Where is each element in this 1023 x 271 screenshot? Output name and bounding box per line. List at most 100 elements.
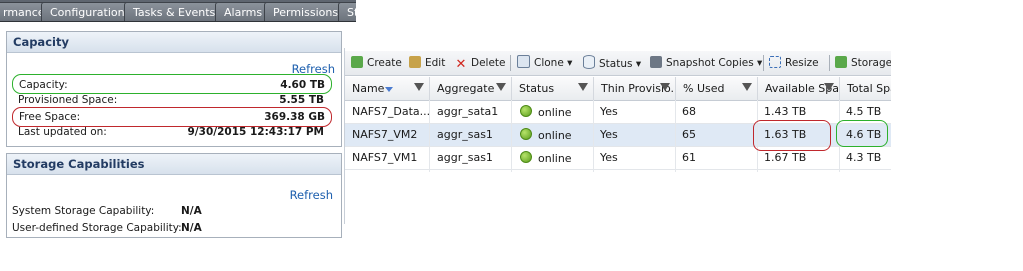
database-icon [583,55,595,69]
column-header-thin-provisioned[interactable]: Thin Provisio... [594,77,676,101]
provisioned-space-label: Provisioned Space: [18,94,118,106]
filter-icon[interactable] [496,83,506,91]
provisioned-space-value: 5.55 TB [279,94,324,106]
cell-available: 1.43 TB [764,105,807,118]
sort-descending-icon [385,87,393,92]
storage-capabilities-title: Storage Capabilities [7,154,341,175]
column-header-name[interactable]: Name [345,77,430,101]
cell-used: 68 [682,105,696,118]
online-status-icon [520,128,532,140]
camera-icon [650,56,662,68]
capacity-label: Capacity: [19,79,68,91]
column-header-used-label: % Used [683,82,725,95]
cell-status-label: online [538,129,572,142]
column-header-status[interactable]: Status [512,77,594,101]
tab-storage-views[interactable]: St [338,2,356,21]
column-header-status-label: Status [519,82,555,95]
filter-icon[interactable] [742,83,752,91]
capacity-row: Capacity: 4.60 TB [12,74,332,94]
tab-permissions[interactable]: Permissions [264,2,348,21]
cell-aggregate: aggr_sas1 [437,128,493,141]
cell-status-label: online [538,152,572,165]
volumes-grid-panel: Create Edit ✕ Delete Clone ▾ Status ▾ Sna… [344,48,891,224]
edit-button[interactable]: Edit [409,55,445,71]
clone-icon [517,55,530,68]
resize-label: Resize [785,57,819,69]
cell-thin: Yes [600,151,618,164]
column-header-available-space[interactable]: Available Spa... [758,77,840,101]
filter-icon[interactable] [824,83,834,91]
toolbar-separator [510,55,511,71]
delete-icon: ✕ [455,57,467,72]
clone-dropdown-icon: ▾ [567,57,573,69]
online-status-icon [520,151,532,163]
column-divider [675,100,676,172]
resize-button[interactable]: Resize [769,55,819,71]
cell-status: online [520,128,572,142]
filter-icon[interactable] [660,83,670,91]
storage-button[interactable]: Storage [835,55,891,71]
snapshot-dropdown-icon: ▾ [757,57,763,69]
available-space-highlight [753,120,831,151]
cell-name: NAFS7_VM2 [352,128,418,141]
system-storage-capability-value: N/A [181,205,202,217]
filter-icon[interactable] [414,83,424,91]
cell-status-label: online [538,106,572,119]
last-updated-value: 9/30/2015 12:43:17 PM [187,126,325,138]
grid-toolbar: Create Edit ✕ Delete Clone ▾ Status ▾ Sna… [345,51,891,76]
toolbar-separator [763,55,764,71]
cell-thin: Yes [600,128,618,141]
create-label: Create [367,57,402,69]
cell-name: NAFS7_VM1 [352,151,418,164]
column-header-aggregate-label: Aggregate [437,82,495,95]
tab-alarms[interactable]: Alarms [215,2,272,21]
user-defined-storage-capability-value: N/A [181,222,202,234]
toolbar-separator [829,55,830,71]
free-space-value: 369.38 GB [264,111,325,123]
edit-icon [409,56,421,68]
column-header-aggregate[interactable]: Aggregate [430,77,512,101]
free-space-label: Free Space: [19,111,81,123]
capacity-title: Capacity [7,32,341,53]
clone-button[interactable]: Clone ▾ [517,55,572,71]
online-status-icon [520,105,532,117]
cell-total: 4.5 TB [846,105,882,118]
column-header-used[interactable]: % Used [676,77,758,101]
column-header-name-label: Name [352,82,385,95]
free-space-row: Free Space: 369.38 GB [12,107,332,127]
column-divider [429,100,430,172]
status-label: Status [599,58,633,70]
create-icon [351,56,363,68]
column-header-total-space[interactable]: Total Spa [840,77,891,101]
delete-label: Delete [471,57,506,69]
last-updated-label: Last updated on: [18,126,107,138]
status-button[interactable]: Status ▾ [583,55,641,71]
cell-available: 1.67 TB [764,151,807,164]
cell-status: online [520,105,572,119]
column-divider [511,100,512,172]
filter-icon[interactable] [578,83,588,91]
storage-capabilities-refresh-link[interactable]: Refresh [290,188,333,202]
cell-name: NAFS7_Data... [352,105,431,118]
cell-used: 65 [682,128,696,141]
tab-configuration[interactable]: Configuration [41,2,134,21]
snapshot-copies-label: Snapshot Copies [666,57,754,69]
storage-icon [835,56,847,68]
tab-strip: rmance Configuration Tasks & Events Alar… [0,0,356,22]
last-updated-row: Last updated on: 9/30/2015 12:43:17 PM [12,126,330,142]
delete-button[interactable]: ✕ Delete [455,55,506,71]
create-button[interactable]: Create [351,55,402,71]
system-storage-capability-label: System Storage Capability: [12,205,155,217]
cell-aggregate: aggr_sata1 [437,105,499,118]
clone-label: Clone [534,57,564,69]
cell-used: 61 [682,151,696,164]
tab-tasks-events[interactable]: Tasks & Events [124,2,225,21]
status-dropdown-icon: ▾ [635,58,642,70]
snapshot-copies-button[interactable]: Snapshot Copies ▾ [650,55,762,71]
cell-thin: Yes [600,105,618,118]
column-divider [593,100,594,172]
user-defined-storage-capability-label: User-defined Storage Capability: [12,222,182,234]
cell-total: 4.3 TB [846,151,882,164]
storage-label: Storage [851,57,891,69]
column-header-total-label: Total Spa [847,82,891,95]
